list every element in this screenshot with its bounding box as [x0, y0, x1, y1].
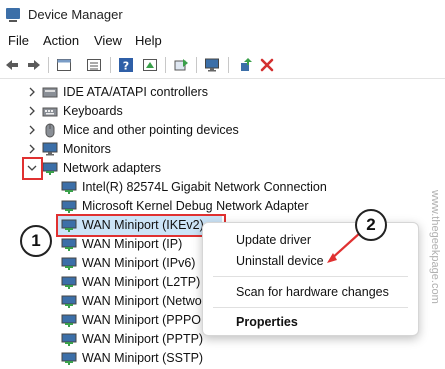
tree-item-label: Network adapters: [63, 161, 161, 175]
tree-item-label: IDE ATA/ATAPI controllers: [63, 85, 208, 99]
ide-controller-icon: [42, 85, 58, 100]
toolbar-separator: [110, 57, 111, 73]
network-adapter-icon: [61, 294, 77, 309]
network-adapter-icon: [61, 199, 77, 214]
toolbar-separator: [228, 57, 229, 73]
monitor-icon: [42, 142, 58, 157]
properties-window-icon[interactable]: [56, 57, 72, 73]
mouse-icon: [42, 123, 58, 138]
uninstall-x-icon[interactable]: [259, 57, 275, 73]
menu-separator: [213, 307, 408, 308]
toolbar-separator: [165, 57, 166, 73]
menu-scan-hardware[interactable]: Scan for hardware changes: [236, 285, 389, 299]
window-title: Device Manager: [28, 7, 123, 22]
adapter-item[interactable]: Intel(R) 82574L Gigabit Network Connecti…: [0, 178, 445, 197]
network-adapter-icon: [61, 275, 77, 290]
tree-item-label: Mice and other pointing devices: [63, 123, 239, 137]
menu-separator: [213, 276, 408, 277]
watermark-text: www.thegeekpage.com: [429, 190, 441, 304]
action-view-icon[interactable]: [142, 57, 158, 73]
back-arrow-icon[interactable]: [4, 57, 20, 73]
toolbar: ?: [0, 52, 445, 79]
update-driver-icon[interactable]: [173, 57, 189, 73]
network-adapter-icon: [42, 161, 58, 176]
toolbar-separator: [196, 57, 197, 73]
network-adapter-icon: [61, 180, 77, 195]
expand-highlight-box: [22, 157, 43, 180]
step-callout-1: 1: [20, 225, 52, 257]
menu-action[interactable]: Action: [43, 33, 79, 48]
device-manager-icon: [6, 8, 20, 22]
svg-text:?: ?: [123, 60, 129, 73]
title-bar: Device Manager: [0, 0, 445, 30]
step-callout-2: 2: [355, 209, 387, 241]
tree-category-ide[interactable]: IDE ATA/ATAPI controllers: [0, 83, 445, 102]
forward-arrow-icon[interactable]: [26, 57, 42, 73]
tree-category-keyboards[interactable]: Keyboards: [0, 102, 445, 121]
network-adapter-icon: [61, 351, 77, 366]
menu-properties[interactable]: Properties: [236, 315, 298, 329]
chevron-right-icon[interactable]: [26, 105, 38, 117]
network-adapter-icon: [61, 237, 77, 252]
tree-item-label: WAN Miniport (SSTP): [82, 351, 204, 365]
tree-item-label: WAN Miniport (IPv6): [82, 256, 196, 270]
menu-view[interactable]: View: [94, 33, 122, 48]
tree-category-monitors[interactable]: Monitors: [0, 140, 445, 159]
help-icon[interactable]: ?: [118, 57, 134, 73]
network-adapter-icon: [61, 332, 77, 347]
tree-item-label: WAN Miniport (IP): [82, 237, 183, 251]
tree-item-label: Keyboards: [63, 104, 123, 118]
chevron-right-icon[interactable]: [26, 143, 38, 155]
adapter-item[interactable]: WAN Miniport (SSTP): [0, 349, 445, 368]
keyboard-icon: [42, 104, 58, 119]
menu-update-driver[interactable]: Update driver: [236, 233, 311, 247]
menu-help[interactable]: Help: [135, 33, 162, 48]
tree-item-label: WAN Miniport (Netwo: [82, 294, 202, 308]
menu-bar: File Action View Help: [0, 30, 445, 52]
network-adapter-icon: [61, 313, 77, 328]
network-adapter-icon: [61, 256, 77, 271]
tree-item-label: Monitors: [63, 142, 111, 156]
tree-item-label: WAN Miniport (L2TP): [82, 275, 201, 289]
menu-file[interactable]: File: [8, 33, 29, 48]
chevron-right-icon[interactable]: [26, 124, 38, 136]
context-menu: Update driver Uninstall device Scan for …: [202, 222, 419, 336]
toolbar-separator: [48, 57, 49, 73]
monitor-scan-icon[interactable]: [204, 57, 220, 73]
list-view-icon[interactable]: [86, 57, 102, 73]
tree-item-label: Microsoft Kernel Debug Network Adapter: [82, 199, 309, 213]
tree-item-label: WAN Miniport (PPTP): [82, 332, 204, 346]
menu-uninstall-device[interactable]: Uninstall device: [236, 254, 324, 268]
tree-category-network-adapters[interactable]: Network adapters: [0, 159, 445, 178]
tree-item-label: Intel(R) 82574L Gigabit Network Connecti…: [82, 180, 327, 194]
enable-device-icon[interactable]: [238, 57, 254, 73]
chevron-right-icon[interactable]: [26, 86, 38, 98]
tree-item-label: WAN Miniport (PPPOE: [82, 313, 210, 327]
selected-item-highlight-box: [56, 214, 226, 237]
tree-category-mice[interactable]: Mice and other pointing devices: [0, 121, 445, 140]
